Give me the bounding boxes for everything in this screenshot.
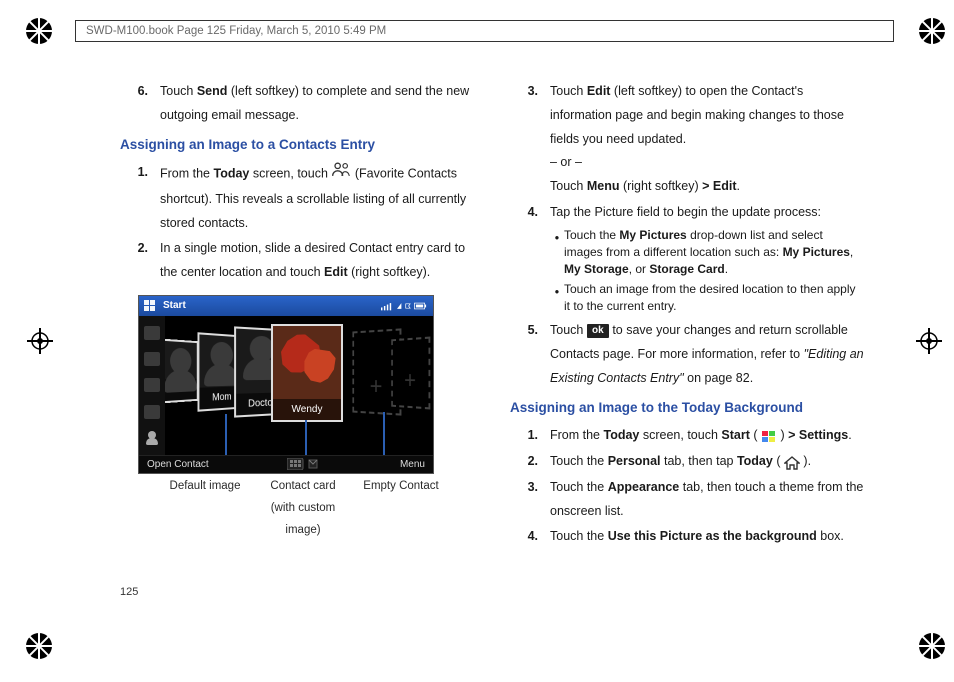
- bullet-icon: •: [550, 281, 564, 316]
- bottombar-center-icon: [287, 458, 321, 470]
- step-body: Touch the Appearance tab, then touch a t…: [550, 476, 864, 524]
- contact-card-pet: Pet: [165, 339, 198, 404]
- contact-card-wendy: Wendy: [271, 324, 343, 422]
- callout-line: [305, 420, 307, 455]
- crop-mark-bottom-right: [918, 632, 946, 660]
- step-number: 3.: [510, 80, 550, 199]
- crop-mark-mid-left: [27, 328, 55, 356]
- sidebar-thumb-icon: [144, 326, 160, 340]
- callout-line: [383, 412, 385, 455]
- crop-mark-top-left: [25, 17, 53, 45]
- windows-flag-icon: [761, 429, 777, 443]
- step-body: From the Today screen, touch Start ( ) >…: [550, 424, 864, 448]
- phone-screen: Start: [138, 295, 434, 474]
- step-number: 3.: [510, 476, 550, 524]
- step-body: Touch ok to save your changes and return…: [550, 319, 864, 390]
- step-number: 2.: [120, 237, 160, 285]
- figure-labels: Default image Contact card (with custom …: [156, 476, 450, 542]
- step-number: 2.: [510, 450, 550, 474]
- softkey-left-label: Open Contact: [147, 455, 209, 474]
- page-number: 125: [120, 586, 138, 598]
- sidebar-thumb-icon: [144, 378, 160, 392]
- figure-phone-contacts: Start: [138, 295, 432, 542]
- right-column: 3. Touch Edit (left softkey) to open the…: [510, 80, 864, 602]
- step-body: Touch Edit (left softkey) to open the Co…: [550, 80, 864, 199]
- bullet-icon: •: [550, 227, 564, 279]
- step-body: Touch Send (left softkey) to complete an…: [160, 80, 474, 128]
- book-header: SWD-M100.book Page 125 Friday, March 5, …: [75, 20, 894, 42]
- bullet-body: Touch an image from the desired location…: [564, 281, 864, 316]
- sidebar-thumb-icon: [144, 405, 160, 419]
- contact-card-empty: +: [391, 336, 430, 409]
- crop-mark-top-right: [918, 17, 946, 45]
- statusbar-indicators-icon: [381, 300, 429, 312]
- page-content: 6. Touch Send (left softkey) to complete…: [120, 80, 864, 602]
- step-body: Touch the Personal tab, then tap Today (…: [550, 450, 864, 474]
- step-body: Tap the Picture field to begin the updat…: [550, 201, 864, 318]
- crop-mark-mid-right: [916, 328, 944, 356]
- callout-line: [225, 414, 227, 455]
- bullet-body: Touch the My Pictures drop-down list and…: [564, 227, 864, 279]
- figure-label-empty: Empty Contact: [352, 476, 450, 542]
- sidebar-person-icon: [144, 431, 160, 445]
- book-header-text: SWD-M100.book Page 125 Friday, March 5, …: [86, 25, 386, 37]
- sidebar-thumb-icon: [144, 352, 160, 366]
- phone-statusbar: Start: [139, 296, 433, 316]
- left-column: 6. Touch Send (left softkey) to complete…: [120, 80, 474, 602]
- step-number: 1.: [120, 161, 160, 235]
- ok-icon: ok: [587, 324, 609, 338]
- step-number: 4.: [510, 201, 550, 318]
- figure-label-default: Default image: [156, 476, 254, 542]
- step-body: In a single motion, slide a desired Cont…: [160, 237, 474, 285]
- step-number: 4.: [510, 525, 550, 549]
- section-title-assign-image-today: Assigning an Image to the Today Backgrou…: [510, 395, 864, 421]
- step-body: Touch the Use this Picture as the backgr…: [550, 525, 864, 549]
- home-icon: [784, 455, 800, 469]
- step-number: 1.: [510, 424, 550, 448]
- favorite-contacts-icon: [331, 161, 351, 188]
- figure-label-custom: Contact card (with custom image): [254, 476, 352, 542]
- section-title-assign-image-contact: Assigning an Image to a Contacts Entry: [120, 132, 474, 158]
- softkey-right-label: Menu: [400, 455, 425, 474]
- crop-mark-bottom-left: [25, 632, 53, 660]
- statusbar-title: Start: [163, 296, 186, 315]
- phone-canvas: Pet Mom Doctor Wendy: [165, 316, 433, 455]
- phone-sidebar: [139, 316, 165, 455]
- step-number: 5.: [510, 319, 550, 390]
- step-number: 6.: [120, 80, 160, 128]
- windows-flag-icon: [143, 299, 157, 313]
- step-body: From the Today screen, touch (Favorite C…: [160, 161, 474, 235]
- phone-bottombar: Open Contact Menu: [139, 455, 433, 473]
